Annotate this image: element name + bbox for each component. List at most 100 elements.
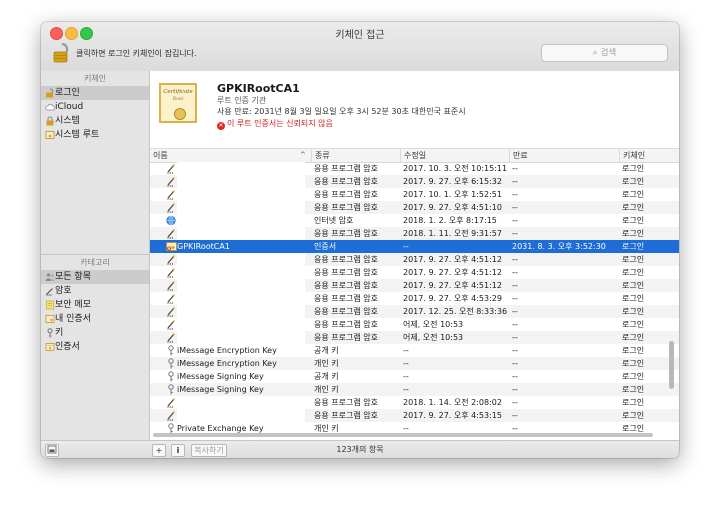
detail-warning-text: 이 루트 인증서는 신뢰되지 않음 [227,119,333,128]
table-row[interactable]: 응용 프로그램 암호 2017. 10. 1. 오후 1:52:51 -- 로그인 [150,188,679,201]
sidebar-item-passwords[interactable]: 암호 [41,284,149,298]
cell-keychain: 로그인 [622,294,645,303]
window-title: 키체인 접근 [335,30,385,41]
sidebar-item-system[interactable]: 시스템 [41,114,149,128]
cell-keychain: 로그인 [622,398,645,407]
lock-icon[interactable] [51,42,73,64]
people-icon [45,272,55,282]
detail-expiry: 사용 만료: 2031년 8월 3일 일요일 오후 3시 52분 30초 대한민… [217,107,466,116]
column-expires-label: 만료 [513,151,528,160]
lock-icon [45,116,55,126]
pencil-icon [45,286,55,296]
search-icon: ⌕ [592,48,598,58]
error-icon: ✕ [217,122,225,130]
certificate-folder-icon [45,130,55,140]
sidebar-item-my-certificates[interactable]: 내 인증서 [41,312,149,326]
cell-modified: 2017. 9. 27. 오후 4:51:12 [403,255,502,264]
table-row[interactable]: 인터넷 암호 2018. 1. 2. 오후 8:17:15 -- 로그인 [150,214,679,227]
cell-modified: -- [403,372,409,381]
cell-modified: 2018. 1. 14. 오전 2:08:02 [403,398,502,407]
cell-modified: 2017. 9. 27. 오후 4:51:10 [403,203,502,212]
table-row[interactable]: iMessage Encryption Key 개인 키 -- -- 로그인 [150,357,679,370]
table-row[interactable]: 응용 프로그램 암호 2017. 9. 27. 오후 4:53:15 -- 로그인 [150,409,679,422]
table-row[interactable]: 응용 프로그램 암호 2017. 9. 27. 오후 4:51:12 -- 로그인 [150,253,679,266]
cell-expires: -- [512,294,518,303]
sidebar-item-label: 인증서 [55,342,80,352]
column-header-name[interactable]: 이름 [150,149,311,162]
cell-name [177,409,307,422]
sidebar-item-certificates[interactable]: 인증서 [41,340,149,354]
cell-name [177,331,307,344]
cell-modified: 어제, 오전 10:53 [403,320,464,329]
cell-kind: 개인 키 [314,359,339,368]
table-row[interactable]: 응용 프로그램 암호 어제, 오전 10:53 -- 로그인 [150,331,679,344]
table-row[interactable]: iMessage Signing Key 공개 키 -- -- 로그인 [150,370,679,383]
cell-name: iMessage Signing Key [177,372,264,381]
cell-keychain: 로그인 [622,216,645,225]
sidebar-item-all-items[interactable]: 모든 항목 [41,270,149,284]
table-row[interactable]: Private Exchange Key 개인 키 -- -- 로그인 [150,422,679,433]
pencil-icon [166,332,176,343]
vertical-scrollbar[interactable] [669,341,674,389]
cell-modified: -- [403,359,409,368]
cert-image-sub: Root [172,97,184,102]
table-row[interactable]: iMessage Encryption Key 공개 키 -- -- 로그인 [150,344,679,357]
sidebar-item-keys[interactable]: 키 [41,326,149,340]
sidebar-item-login[interactable]: 로그인 [41,86,149,100]
table-header: 이름 ^ 종류 수정일 만료 키체인 [150,149,679,163]
column-header-expires[interactable]: 만료 [509,149,619,162]
cell-keychain: 로그인 [622,268,645,277]
cell-kind: 응용 프로그램 암호 [314,177,378,186]
table-row[interactable]: 응용 프로그램 암호 2017. 9. 27. 오후 4:51:12 -- 로그인 [150,279,679,292]
certificate-icon [45,342,55,352]
cell-modified: 2018. 1. 2. 오후 8:17:15 [403,216,497,225]
table-row[interactable]: iMessage Signing Key 개인 키 -- -- 로그인 [150,383,679,396]
cell-name [177,227,307,240]
my-certificate-icon [45,314,55,324]
search-field[interactable]: ⌕ 검색 [541,44,668,62]
table-row[interactable]: 응용 프로그램 암호 2017. 9. 27. 오후 4:53:29 -- 로그인 [150,292,679,305]
cell-modified: 2017. 9. 27. 오후 6:15:32 [403,177,502,186]
pencil-icon [166,228,176,239]
column-header-modified[interactable]: 수정일 [400,149,509,162]
key-icon [166,358,176,369]
table-row[interactable]: 응용 프로그램 암호 2017. 12. 25. 오전 8:33:36 -- 로그인 [150,305,679,318]
cell-modified: 2017. 9. 27. 오후 4:51:12 [403,281,502,290]
column-header-kind[interactable]: 종류 [311,149,400,162]
cell-kind: 인터넷 암호 [314,216,354,225]
key-icon [166,371,176,382]
pencil-icon [166,202,176,213]
sidebar-item-system-roots[interactable]: 시스템 루트 [41,128,149,142]
cell-modified: 2017. 12. 25. 오전 8:33:36 [403,307,508,316]
sidebar-item-icloud[interactable]: iCloud [41,100,149,114]
cell-name: iMessage Signing Key [177,385,264,394]
sidebar-item-label: 시스템 루트 [55,130,100,140]
cell-modified: 2017. 10. 1. 오후 1:52:51 [403,190,502,199]
items-table: 응용 프로그램 암호 2017. 10. 3. 오전 10:15:11 -- 로그인응… [150,162,679,433]
table-row[interactable]: 응용 프로그램 암호 2017. 9. 27. 오후 4:51:10 -- 로그인 [150,201,679,214]
globe-icon [166,215,176,226]
table-row[interactable]: 응용 프로그램 암호 어제, 오전 10:53 -- 로그인 [150,318,679,331]
seal-icon [174,108,186,120]
table-row[interactable]: 응용 프로그램 암호 2017. 10. 3. 오전 10:15:11 -- 로그인 [150,162,679,175]
cell-kind: 개인 키 [314,424,339,433]
item-count: 123개의 항목 [336,445,384,454]
cell-keychain: 로그인 [622,203,645,212]
pencil-icon [166,267,176,278]
certificate-icon [166,241,177,252]
cell-name [177,201,307,214]
sidebar-item-secure-notes[interactable]: 보안 메모 [41,298,149,312]
table-row[interactable]: 응용 프로그램 암호 2017. 9. 27. 오후 6:15:32 -- 로그인 [150,175,679,188]
sidebar-item-label: iCloud [55,102,84,112]
cell-modified: 2017. 9. 27. 오후 4:53:29 [403,294,502,303]
horizontal-scrollbar[interactable] [153,433,653,437]
table-row[interactable]: 응용 프로그램 암호 2018. 1. 14. 오전 2:08:02 -- 로그인 [150,396,679,409]
table-row[interactable]: GPKIRootCA1 인증서 -- 2031. 8. 3. 오후 3:52:30 로그… [150,240,679,253]
cell-modified: 어제, 오전 10:53 [403,333,464,342]
cell-kind: 응용 프로그램 암호 [314,203,378,212]
cell-expires: 2031. 8. 3. 오후 3:52:30 [512,242,606,251]
table-row[interactable]: 응용 프로그램 암호 2017. 9. 27. 오후 4:51:12 -- 로그인 [150,266,679,279]
cell-name [177,253,307,266]
table-row[interactable]: 응용 프로그램 암호 2018. 1. 11. 오전 9:31:57 -- 로그인 [150,227,679,240]
column-header-keychain[interactable]: 키체인 [619,149,679,162]
